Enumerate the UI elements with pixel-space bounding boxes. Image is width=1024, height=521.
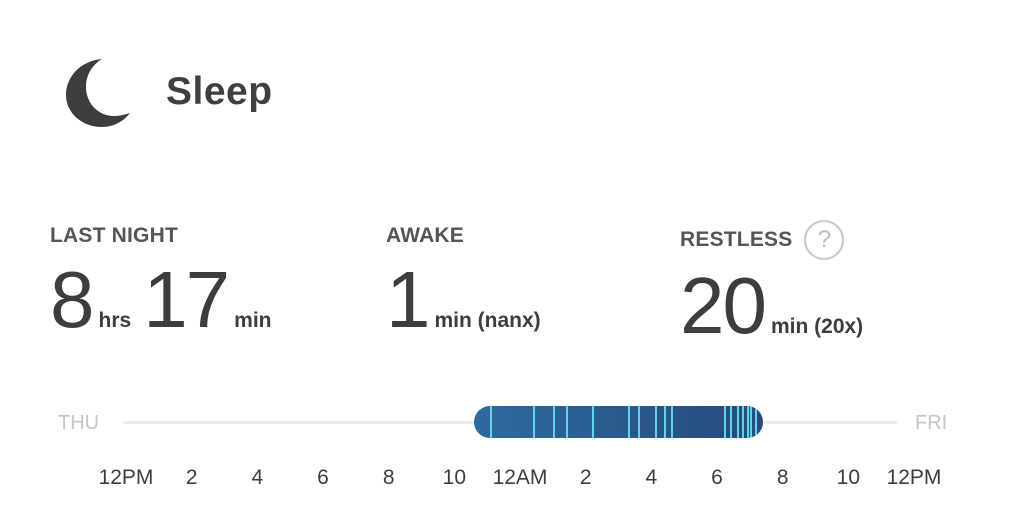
time-tick-label: 12AM: [492, 466, 548, 489]
awake-minutes: 1: [386, 255, 430, 344]
end-day-label: FRI: [915, 412, 948, 434]
restless-mark: [741, 406, 744, 438]
restless-mark: [671, 406, 674, 438]
time-tick-label: 12PM: [886, 466, 942, 489]
restless-mark: [638, 406, 641, 438]
restless-mark: [654, 406, 657, 438]
restless-mark: [723, 406, 726, 438]
sleep-period-bar[interactable]: [474, 406, 763, 438]
stat-restless: RESTLESS ? 20 min (20x): [680, 220, 875, 346]
time-tick-label: 2: [579, 466, 592, 489]
restless-mark: [664, 406, 667, 438]
awake-value: 1 min (nanx): [386, 260, 553, 340]
restless-mark: [565, 406, 568, 438]
time-tick-label: 10: [442, 466, 467, 489]
last-night-hours: 8: [50, 255, 94, 344]
restless-minutes: 20: [680, 261, 767, 350]
last-night-minutes: 17: [143, 255, 230, 344]
restless-mark: [736, 406, 739, 438]
restless-mark: [628, 406, 631, 438]
sleep-timeline: THU FRI: [0, 400, 1024, 450]
restless-mark: [490, 406, 493, 438]
moon-icon: [66, 59, 130, 127]
help-icon[interactable]: ?: [804, 220, 845, 260]
restless-mark: [746, 406, 749, 438]
page-title: Sleep: [166, 70, 273, 113]
restless-value: 20 min (20x): [680, 266, 875, 346]
awake-unit: min (nanx): [434, 309, 541, 332]
time-tick-label: 12PM: [98, 466, 154, 489]
time-tick-label: 8: [382, 466, 395, 489]
time-tick-label: 4: [645, 466, 658, 489]
restless-unit: min (20x): [770, 315, 864, 338]
time-tick-label: 6: [711, 466, 723, 489]
time-axis: 12PM 2 4 6 8 10 12AM 2 4 6 8 10 12PM: [0, 466, 1024, 496]
restless-mark: [749, 406, 752, 438]
restless-mark: [754, 406, 757, 438]
restless-label: RESTLESS: [680, 228, 793, 251]
time-tick-label: 8: [776, 466, 789, 489]
restless-mark: [730, 406, 733, 438]
last-night-minutes-unit: min: [234, 309, 272, 332]
time-tick-label: 4: [251, 466, 264, 489]
restless-mark: [533, 406, 536, 438]
time-tick-label: 6: [317, 466, 329, 489]
restless-mark: [592, 406, 595, 438]
start-day-label: THU: [58, 412, 100, 434]
time-tick-label: 10: [836, 466, 861, 489]
last-night-hours-unit: hrs: [98, 309, 132, 332]
restless-label-row: RESTLESS ?: [680, 220, 875, 260]
stat-last-night: LAST NIGHT 8 hrs 17 min: [50, 224, 284, 340]
last-night-label: LAST NIGHT: [50, 224, 178, 247]
awake-label: AWAKE: [386, 224, 465, 247]
last-night-value: 8 hrs 17 min: [50, 260, 284, 340]
stat-awake: AWAKE 1 min (nanx): [386, 224, 553, 340]
sleep-header: Sleep: [62, 52, 273, 132]
time-tick-label: 2: [185, 466, 198, 489]
restless-mark: [552, 406, 555, 438]
